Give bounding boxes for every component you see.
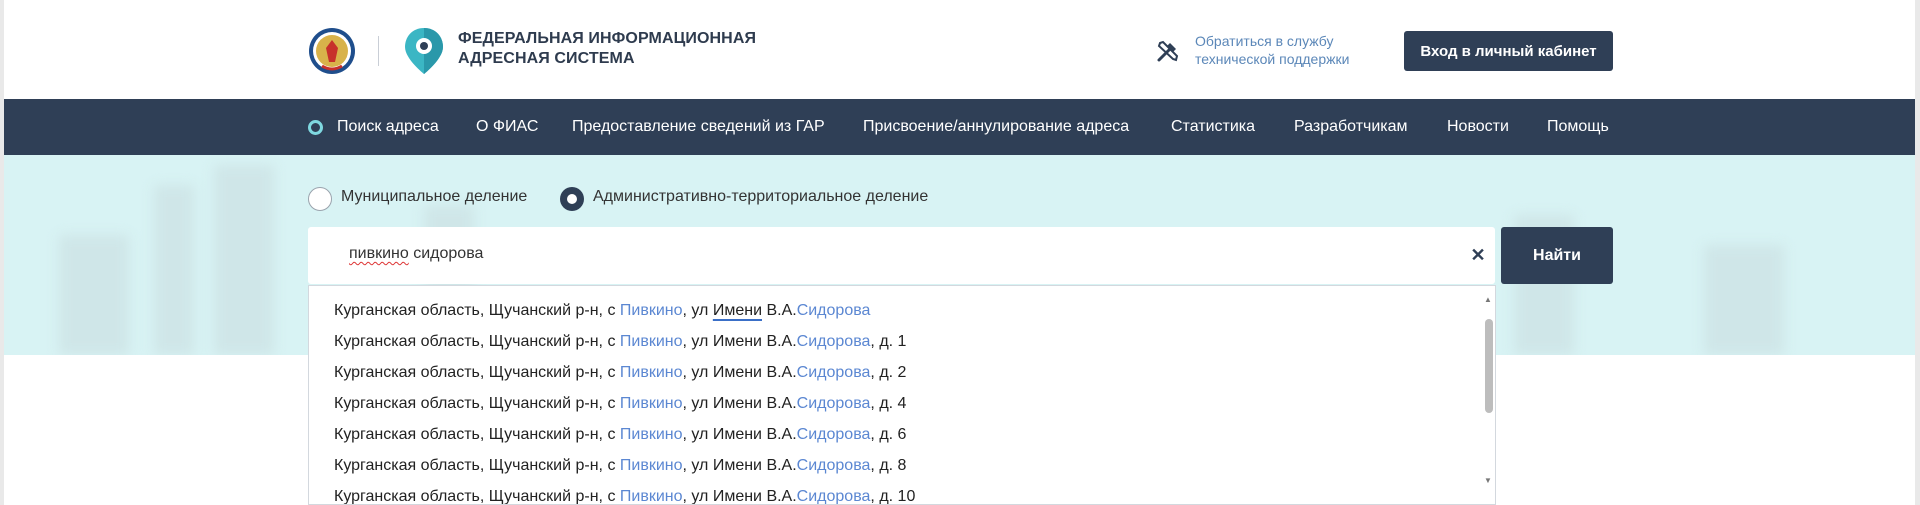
suggestion-text: , ул Имени В.А. (682, 457, 797, 474)
suggestion-text: В.А. (762, 302, 797, 319)
background-building (59, 235, 129, 355)
nav-item-statistics[interactable]: Статистика (1171, 99, 1255, 155)
suggestion-match: Пивкино (619, 426, 683, 443)
suggestion-text: Курганская область, Щучанский р-н, с (334, 333, 620, 350)
suggestion-match: Сидорова (796, 426, 871, 443)
site-header: ФЕДЕРАЛЬНАЯ ИНФОРМАЦИОННАЯ АДРЕСНАЯ СИСТ… (4, 0, 1915, 99)
suggestion-item[interactable]: Курганская область, Щучанский р-н, с Пив… (334, 394, 906, 414)
page: ФЕДЕРАЛЬНАЯ ИНФОРМАЦИОННАЯ АДРЕСНАЯ СИСТ… (4, 0, 1915, 505)
suggestion-match: Сидорова (796, 302, 871, 319)
suggestion-match: Пивкино (619, 302, 683, 319)
suggestion-match: Сидорова (796, 364, 871, 381)
suggestion-text: Курганская область, Щучанский р-н, с (334, 426, 620, 443)
suggestion-item[interactable]: Курганская область, Щучанский р-н, с Пив… (334, 425, 906, 445)
suggestion-item[interactable]: Курганская область, Щучанский р-н, с Пив… (334, 301, 870, 321)
tools-icon[interactable] (1155, 38, 1181, 64)
suggestion-text: , ул Имени В.А. (682, 426, 797, 443)
suggestion-match: Пивкино (619, 488, 683, 505)
background-building (154, 185, 194, 355)
suggestion-text: , д. 6 (870, 426, 907, 443)
support-link-line2: технической поддержки (1195, 51, 1350, 67)
suggestion-match: Пивкино (619, 333, 683, 350)
nav-item-news[interactable]: Новости (1447, 99, 1509, 155)
suggestion-text: , ул (682, 302, 713, 319)
site-title[interactable]: ФЕДЕРАЛЬНАЯ ИНФОРМАЦИОННАЯ АДРЕСНАЯ СИСТ… (458, 29, 756, 69)
suggestion-text: Имени (712, 302, 762, 319)
suggestion-text: , д. 4 (870, 395, 907, 412)
nav-item-gar-data[interactable]: Предоставление сведений из ГАР (572, 99, 825, 155)
nav-item-address-assignment[interactable]: Присвоение/аннулирование адреса (863, 99, 1129, 155)
nav-item-help[interactable]: Помощь (1547, 99, 1609, 155)
suggestion-text: Курганская область, Щучанский р-н, с (334, 488, 620, 505)
scrollbar-thumb[interactable] (1485, 319, 1493, 413)
suggestion-match: Сидорова (796, 488, 871, 505)
suggestion-text: , д. 1 (870, 333, 907, 350)
search-query-word: пивкино (349, 245, 409, 262)
find-button[interactable]: Найти (1501, 227, 1613, 284)
scroll-down-arrow-icon[interactable]: ▼ (1484, 477, 1492, 485)
site-title-line1: ФЕДЕРАЛЬНАЯ ИНФОРМАЦИОННАЯ (458, 30, 757, 47)
suggestion-match: Сидорова (796, 457, 871, 474)
fias-pin-logo-icon[interactable] (402, 26, 446, 76)
nav-item-developers[interactable]: Разработчикам (1294, 99, 1408, 155)
background-building (214, 165, 274, 355)
radio-administrative-label[interactable]: Административно-территориальное деление (593, 188, 928, 206)
support-link[interactable]: Обратиться в службу технической поддержк… (1195, 32, 1375, 68)
header-divider (378, 36, 379, 66)
suggestion-match: Пивкино (619, 364, 683, 381)
nav-item-address-search[interactable]: Поиск адреса (337, 99, 439, 155)
suggestion-text: , ул Имени В.А. (682, 395, 797, 412)
suggestion-text: Курганская область, Щучанский р-н, с (334, 364, 620, 381)
suggestion-item[interactable]: Курганская область, Щучанский р-н, с Пив… (334, 456, 906, 476)
radio-municipal-label[interactable]: Муниципальное деление (341, 188, 527, 206)
login-button[interactable]: Вход в личный кабинет (1404, 31, 1613, 71)
suggestion-text: Курганская область, Щучанский р-н, с (334, 395, 620, 412)
scroll-up-arrow-icon[interactable]: ▲ (1484, 296, 1492, 304)
address-search-input[interactable] (308, 227, 1495, 284)
suggestion-item[interactable]: Курганская область, Щучанский р-н, с Пив… (334, 487, 916, 505)
suggestion-text: , д. 2 (870, 364, 907, 381)
suggestion-text: , ул Имени В.А. (682, 333, 797, 350)
suggestion-item[interactable]: Курганская область, Щучанский р-н, с Пив… (334, 332, 906, 352)
background-building (1704, 245, 1784, 355)
fns-emblem-icon[interactable] (308, 26, 356, 76)
radio-administrative[interactable] (560, 187, 584, 211)
suggestion-match: Сидорова (796, 395, 871, 412)
suggestion-text: Курганская область, Щучанский р-н, с (334, 302, 620, 319)
suggestion-text: , д. 10 (870, 488, 916, 505)
clear-icon[interactable]: ✕ (1469, 246, 1487, 264)
search-query-word: сидорова (408, 245, 484, 262)
suggestions-dropdown: Курганская область, Щучанский р-н, с Пив… (308, 285, 1496, 505)
suggestion-text: , д. 8 (870, 457, 907, 474)
support-link-line1: Обратиться в службу (1195, 33, 1334, 49)
suggestion-item[interactable]: Курганская область, Щучанский р-н, с Пив… (334, 363, 906, 383)
suggestion-match: Пивкино (619, 395, 683, 412)
suggestion-match: Пивкино (619, 457, 683, 474)
nav-item-about-fias[interactable]: О ФИАС (476, 99, 538, 155)
suggestion-text: Курганская область, Щучанский р-н, с (334, 457, 620, 474)
suggestion-text: , ул Имени В.А. (682, 364, 797, 381)
active-nav-indicator-icon (308, 120, 323, 135)
site-title-line2: АДРЕСНАЯ СИСТЕМА (458, 50, 635, 67)
radio-municipal[interactable] (308, 187, 332, 211)
main-nav: Поиск адреса О ФИАС Предоставление сведе… (4, 99, 1915, 155)
suggestion-text: , ул Имени В.А. (682, 488, 797, 505)
search-input-value: пивкино сидорова (349, 245, 483, 263)
suggestion-match: Сидорова (796, 333, 871, 350)
